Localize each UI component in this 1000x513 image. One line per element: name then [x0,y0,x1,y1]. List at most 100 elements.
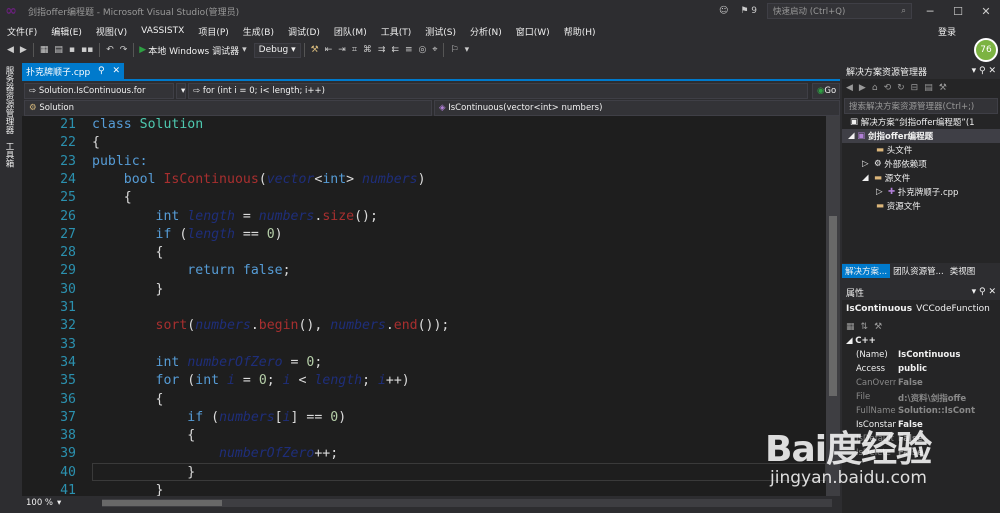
bookmark-next-icon[interactable]: ⇥ [335,45,349,55]
server-explorer-tab[interactable]: 服务器资源管理器 [0,62,18,138]
indent-icon[interactable]: ⇉ [375,45,389,55]
menu-test[interactable]: 测试(S) [418,25,463,38]
properties-object-select[interactable]: IsContinuous VCCodeFunction [842,300,1000,318]
code-line[interactable]: 39 numberOfZero++; [22,445,826,463]
format-icon[interactable]: ≡ [402,45,416,55]
sync-icon[interactable]: ⟲ [884,83,892,93]
chevron-down-icon[interactable]: ▾ [239,45,250,55]
code-line[interactable]: 27 if (length == 0) [22,226,826,244]
zoom-level[interactable]: 100 % [22,498,53,508]
tree-source-files[interactable]: ◢ ▬ 源文件 [842,171,1000,185]
forward-icon[interactable]: ▶ [17,45,30,55]
statement-select[interactable]: ⇨ for (int i = 0; i< length; i++) [188,83,808,99]
tree-external-deps[interactable]: ▷ ⚙ 外部依赖项 [842,157,1000,171]
code-line[interactable]: 29 return false; [22,262,826,280]
forward-icon[interactable]: ▶ [859,83,866,93]
show-files-icon[interactable]: ▤ [924,83,933,93]
uncomment-icon[interactable]: ⌘ [360,45,375,55]
undo-icon[interactable]: ↶ [103,45,117,55]
new-project-icon[interactable]: ▦ [37,45,52,55]
tab-class-view[interactable]: 类视图 [947,264,979,278]
code-line[interactable]: 28 { [22,244,826,262]
bookmark-prev-icon[interactable]: ⇤ [322,45,336,55]
save-icon[interactable]: ▪ [66,45,78,55]
code-line[interactable]: 31 [22,299,826,317]
property-row[interactable]: FullName Solution::IsCont [842,406,1000,420]
scrollbar-thumb[interactable] [102,500,222,506]
code-editor[interactable]: 21 class Solution 22 { 23 public: 24 bool I… [22,116,826,496]
breakpoint-icon[interactable]: ◎ [416,45,430,55]
maximize-button[interactable]: ☐ [944,5,972,18]
code-line[interactable]: 33 [22,336,826,354]
notification-flag-icon[interactable]: ⚑ 9 [734,6,763,16]
bookmark-icon[interactable]: ⚐ [447,45,461,55]
tree-cpp-file[interactable]: ▷ ✚ 扑克牌顺子.cpp [842,185,1000,199]
scope-select[interactable]: ⇨ Solution.IsContinuous.for [24,83,174,99]
property-row[interactable]: (Name) IsContinuous [842,350,1000,364]
menu-debug[interactable]: 调试(D) [281,25,327,38]
panel-window-controls[interactable]: ▾ ⚲ ✕ [972,287,996,297]
menu-file[interactable]: 文件(F) [0,25,44,38]
code-line[interactable]: 26 int length = numbers.size(); [22,208,826,226]
home-icon[interactable]: ⌂ [872,83,878,93]
code-line[interactable]: 38 { [22,427,826,445]
solution-search-input[interactable]: 搜索解决方案资源管理器(Ctrl+;) [844,98,998,114]
editor-horizontal-scrollbar[interactable] [102,499,832,507]
code-line[interactable]: 30 } [22,281,826,299]
close-button[interactable]: ✕ [972,5,1000,18]
start-debugging-icon[interactable]: ▶ [137,45,148,55]
code-line[interactable]: 22 { [22,134,826,152]
tab-solution-explorer[interactable]: 解决方案... [842,264,891,278]
menu-vassistx[interactable]: VASSISTX [134,26,191,36]
code-line[interactable]: 25 { [22,189,826,207]
outdent-icon[interactable]: ⇇ [388,45,402,55]
quick-launch-input[interactable]: 快速启动 (Ctrl+Q) ⌕ [767,3,912,19]
go-button[interactable]: ◉ Go [812,83,840,99]
property-row[interactable]: CanOverrideFalse [842,378,1000,392]
tree-header-files[interactable]: ▬ 头文件 [842,143,1000,157]
code-line[interactable]: 36 { [22,391,826,409]
minimize-button[interactable]: ─ [916,5,944,18]
menu-analyze[interactable]: 分析(N) [463,25,509,38]
refresh-icon[interactable]: ↻ [897,83,905,93]
member-select[interactable]: ◈ IsContinuous(vector<int> numbers) [434,100,840,116]
code-line[interactable]: 21 class Solution [22,116,826,134]
configuration-select[interactable]: Debug ▾ [253,42,301,58]
code-line[interactable]: 24 bool IsContinuous(vector<int> numbers… [22,171,826,189]
scope-arrow-icon[interactable]: ▾ [176,83,186,99]
code-line[interactable]: 37 if (numbers[i] == 0) [22,409,826,427]
login-link[interactable]: 登录 [938,25,956,38]
tree-resource-files[interactable]: ▬ 资源文件 [842,199,1000,213]
find-in-files-icon[interactable]: ⚒ [308,45,322,55]
comment-icon[interactable]: ⌗ [349,45,360,55]
avatar[interactable]: 76 [974,38,998,62]
menu-view[interactable]: 视图(V) [89,25,134,38]
toolbar-overflow-icon[interactable]: ▾ [462,45,473,55]
menu-build[interactable]: 生成(B) [236,25,281,38]
code-line[interactable]: 41 } [22,482,826,496]
code-line[interactable]: 35 for (int i = 0; i < length; i++) [22,372,826,390]
run-target-button[interactable]: 本地 Windows 调试器 [148,44,239,57]
tree-solution[interactable]: ▣ 解决方案“剑指offer编程题”(1 [842,115,1000,129]
alphabetical-icon[interactable]: ⇅ [861,322,869,332]
categorized-icon[interactable]: ▦ [846,322,855,332]
toolbox-tab[interactable]: 工具箱 [0,138,18,172]
class-select[interactable]: ⚙ Solution [24,100,432,116]
close-icon[interactable]: ✕ [112,66,120,76]
pin-icon[interactable]: ⚲ [98,66,105,76]
property-row[interactable]: Access public [842,364,1000,378]
code-line[interactable]: 34 int numberOfZero = 0; [22,354,826,372]
back-icon[interactable]: ◀ [846,83,853,93]
back-icon[interactable]: ◀ [4,45,17,55]
document-tab[interactable]: 扑克牌顺子.cpp ⚲ ✕ [22,63,124,79]
menu-window[interactable]: 窗口(W) [509,25,557,38]
menu-tools[interactable]: 工具(T) [374,25,419,38]
code-line[interactable]: 23 public: [22,153,826,171]
scrollbar-thumb[interactable] [829,216,837,396]
menu-team[interactable]: 团队(M) [327,25,374,38]
properties-icon[interactable]: ⚒ [939,83,947,93]
menu-edit[interactable]: 编辑(E) [44,25,89,38]
code-line[interactable]: 40 } [22,464,826,482]
wrench-icon[interactable]: ⚒ [874,322,882,332]
chevron-down-icon[interactable]: ▾ [53,498,61,508]
